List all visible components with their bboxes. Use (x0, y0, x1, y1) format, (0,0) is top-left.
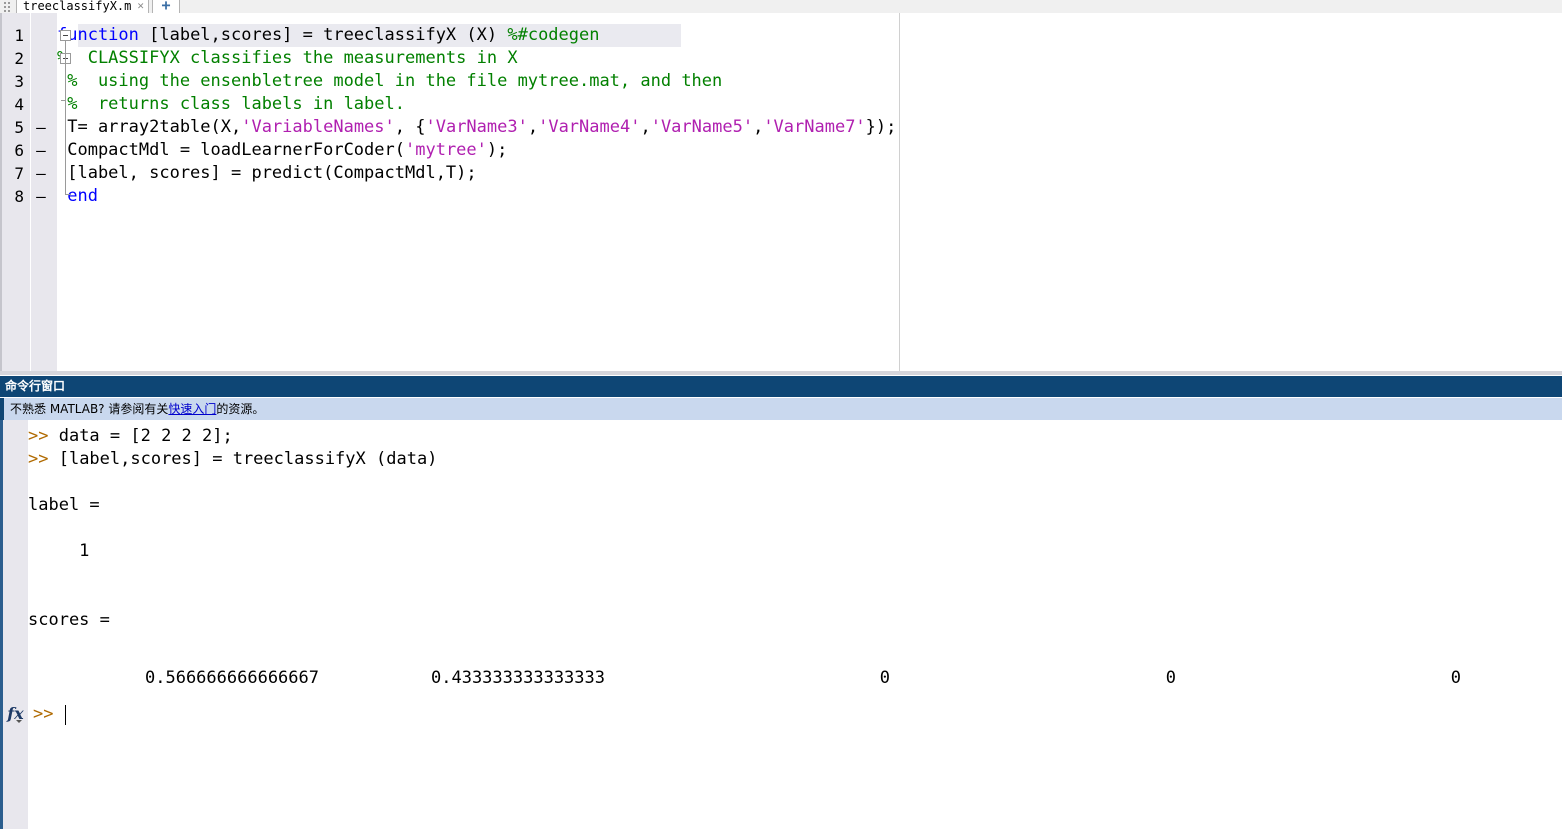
fold-connector-function (65, 41, 66, 194)
code-line[interactable]: % CLASSIFYX classifies the measurements … (57, 47, 1562, 70)
code-token-str: 'VarName5' (650, 117, 754, 137)
executable-line-marker[interactable]: – (36, 162, 46, 185)
scores-value: 0 (879, 668, 890, 688)
scores-value: 0 (1165, 668, 1176, 688)
code-token-str: 'VarName7' (763, 117, 866, 137)
code-token-comment: % CLASSIFYX classifies the measurements … (57, 48, 518, 68)
new-tab-button[interactable]: + (152, 0, 180, 13)
code-token-str: 'VariableNames' (241, 117, 395, 137)
code-line[interactable]: CompactMdl = loadLearnerForCoder('mytree… (57, 139, 1562, 162)
code-line[interactable]: T= array2table(X,'VariableNames', {'VarN… (57, 116, 1562, 139)
command-prompt-symbol: >> (33, 704, 54, 724)
code-token-kw: end (67, 186, 98, 206)
code-editor-pane[interactable]: function [label,scores] = treeclassifyX … (0, 13, 1562, 375)
fx-button[interactable]: fx (3, 701, 28, 727)
line-number: 4 (14, 95, 24, 114)
prompt-symbol: >> (28, 426, 59, 446)
scores-value: 0.566666666666667 (145, 668, 319, 688)
command-output-text[interactable]: >> data = [2 2 2 2]; >> [label,scores] = … (28, 420, 1562, 829)
command-window-gutter (3, 420, 28, 829)
editor-tab-strip: treeclassifyX.m ✕ + (0, 0, 1562, 14)
command-output-line: label = (28, 494, 100, 517)
code-token-plain: }); (865, 117, 897, 137)
editor-tab-treeclassifyx[interactable]: treeclassifyX.m ✕ (16, 0, 149, 13)
code-token-str: 'VarName4' (538, 117, 641, 137)
code-token-plain: [label, scores] = predict(CompactMdl,T); (57, 163, 477, 183)
line-number: 7 (14, 164, 24, 183)
line-number: 8 (14, 187, 24, 206)
code-token-str: 'VarName3' (425, 117, 528, 137)
line-number: 5 (14, 118, 24, 137)
code-token-plain: CompactMdl = loadLearnerForCoder( (57, 140, 405, 160)
code-line[interactable]: [label, scores] = predict(CompactMdl,T); (57, 162, 1562, 185)
code-line[interactable]: % using the ensenbletree model in the fi… (57, 70, 1562, 93)
code-token-plain: T= array2table(X, (57, 117, 242, 137)
output-text: scores = (28, 610, 110, 630)
code-text-area[interactable]: function [label,scores] = treeclassifyX … (57, 13, 1562, 375)
command-input-line: >> [label,scores] = treeclassifyX (data) (28, 448, 437, 471)
output-text: 1 (28, 541, 90, 561)
info-suffix-text: 的资源。 (216, 402, 265, 416)
code-token-plain: , (527, 117, 539, 137)
close-icon[interactable]: ✕ (137, 0, 144, 11)
quick-start-link[interactable]: 快速入门 (168, 402, 216, 416)
output-text: [label,scores] = treeclassifyX (data) (58, 449, 438, 469)
code-token-plain: [label,scores] = treeclassifyX (X) (149, 25, 508, 45)
command-window-info-bar: 不熟悉 MATLAB? 请参阅有关快速入门的资源。 (0, 398, 1562, 420)
code-token-comment: % returns class labels in label. (57, 94, 405, 114)
code-token-str: 'mytree' (405, 140, 487, 160)
executable-line-marker[interactable]: – (36, 139, 46, 162)
chevron-down-icon (16, 720, 22, 723)
executable-line-marker[interactable]: – (36, 185, 46, 208)
code-token-comment: % using the ensenbletree model in the fi… (57, 71, 723, 91)
command-output-line: 1 (28, 540, 89, 563)
line-number: 2 (14, 49, 24, 68)
code-token-plain: ); (486, 140, 508, 160)
code-line[interactable]: % returns class labels in label. (57, 93, 1562, 116)
code-token-plain: , { (394, 117, 426, 137)
matlab-window: treeclassifyX.m ✕ + function [label,scor… (0, 0, 1562, 829)
info-prefix-text: 不熟悉 MATLAB? 请参阅有关 (10, 402, 169, 416)
code-token-plain: , (753, 117, 764, 137)
line-number: 1 (14, 26, 24, 45)
command-output-line: scores = (28, 609, 110, 632)
output-text: label = (28, 495, 100, 515)
output-text: data = [2 2 2 2]; (58, 426, 233, 446)
command-input-caret (65, 705, 66, 725)
code-line[interactable]: end (57, 185, 1562, 208)
editor-tab-label: treeclassifyX.m (23, 0, 132, 13)
scores-value: 0.433333333333333 (431, 668, 605, 688)
command-window-body[interactable]: >> data = [2 2 2 2]; >> [label,scores] = … (0, 420, 1562, 829)
scores-value: 0 (1450, 668, 1461, 688)
code-token-plain: , (640, 117, 651, 137)
panel-drag-handle[interactable] (2, 0, 11, 13)
fold-marker-line-1[interactable] (60, 30, 71, 41)
command-window-title: 命令行窗口 (0, 376, 1562, 397)
prompt-symbol: >> (28, 449, 59, 469)
line-number: 3 (14, 72, 24, 91)
line-number: 6 (14, 141, 24, 160)
editor-command-divider (0, 371, 1562, 375)
code-token-pragma: %#codegen (507, 25, 600, 45)
code-line[interactable]: function [label,scores] = treeclassifyX … (57, 24, 1562, 47)
command-input-line: >> data = [2 2 2 2]; (28, 425, 233, 448)
executable-line-marker[interactable]: – (36, 116, 46, 139)
fold-end-tick-function (65, 194, 71, 195)
